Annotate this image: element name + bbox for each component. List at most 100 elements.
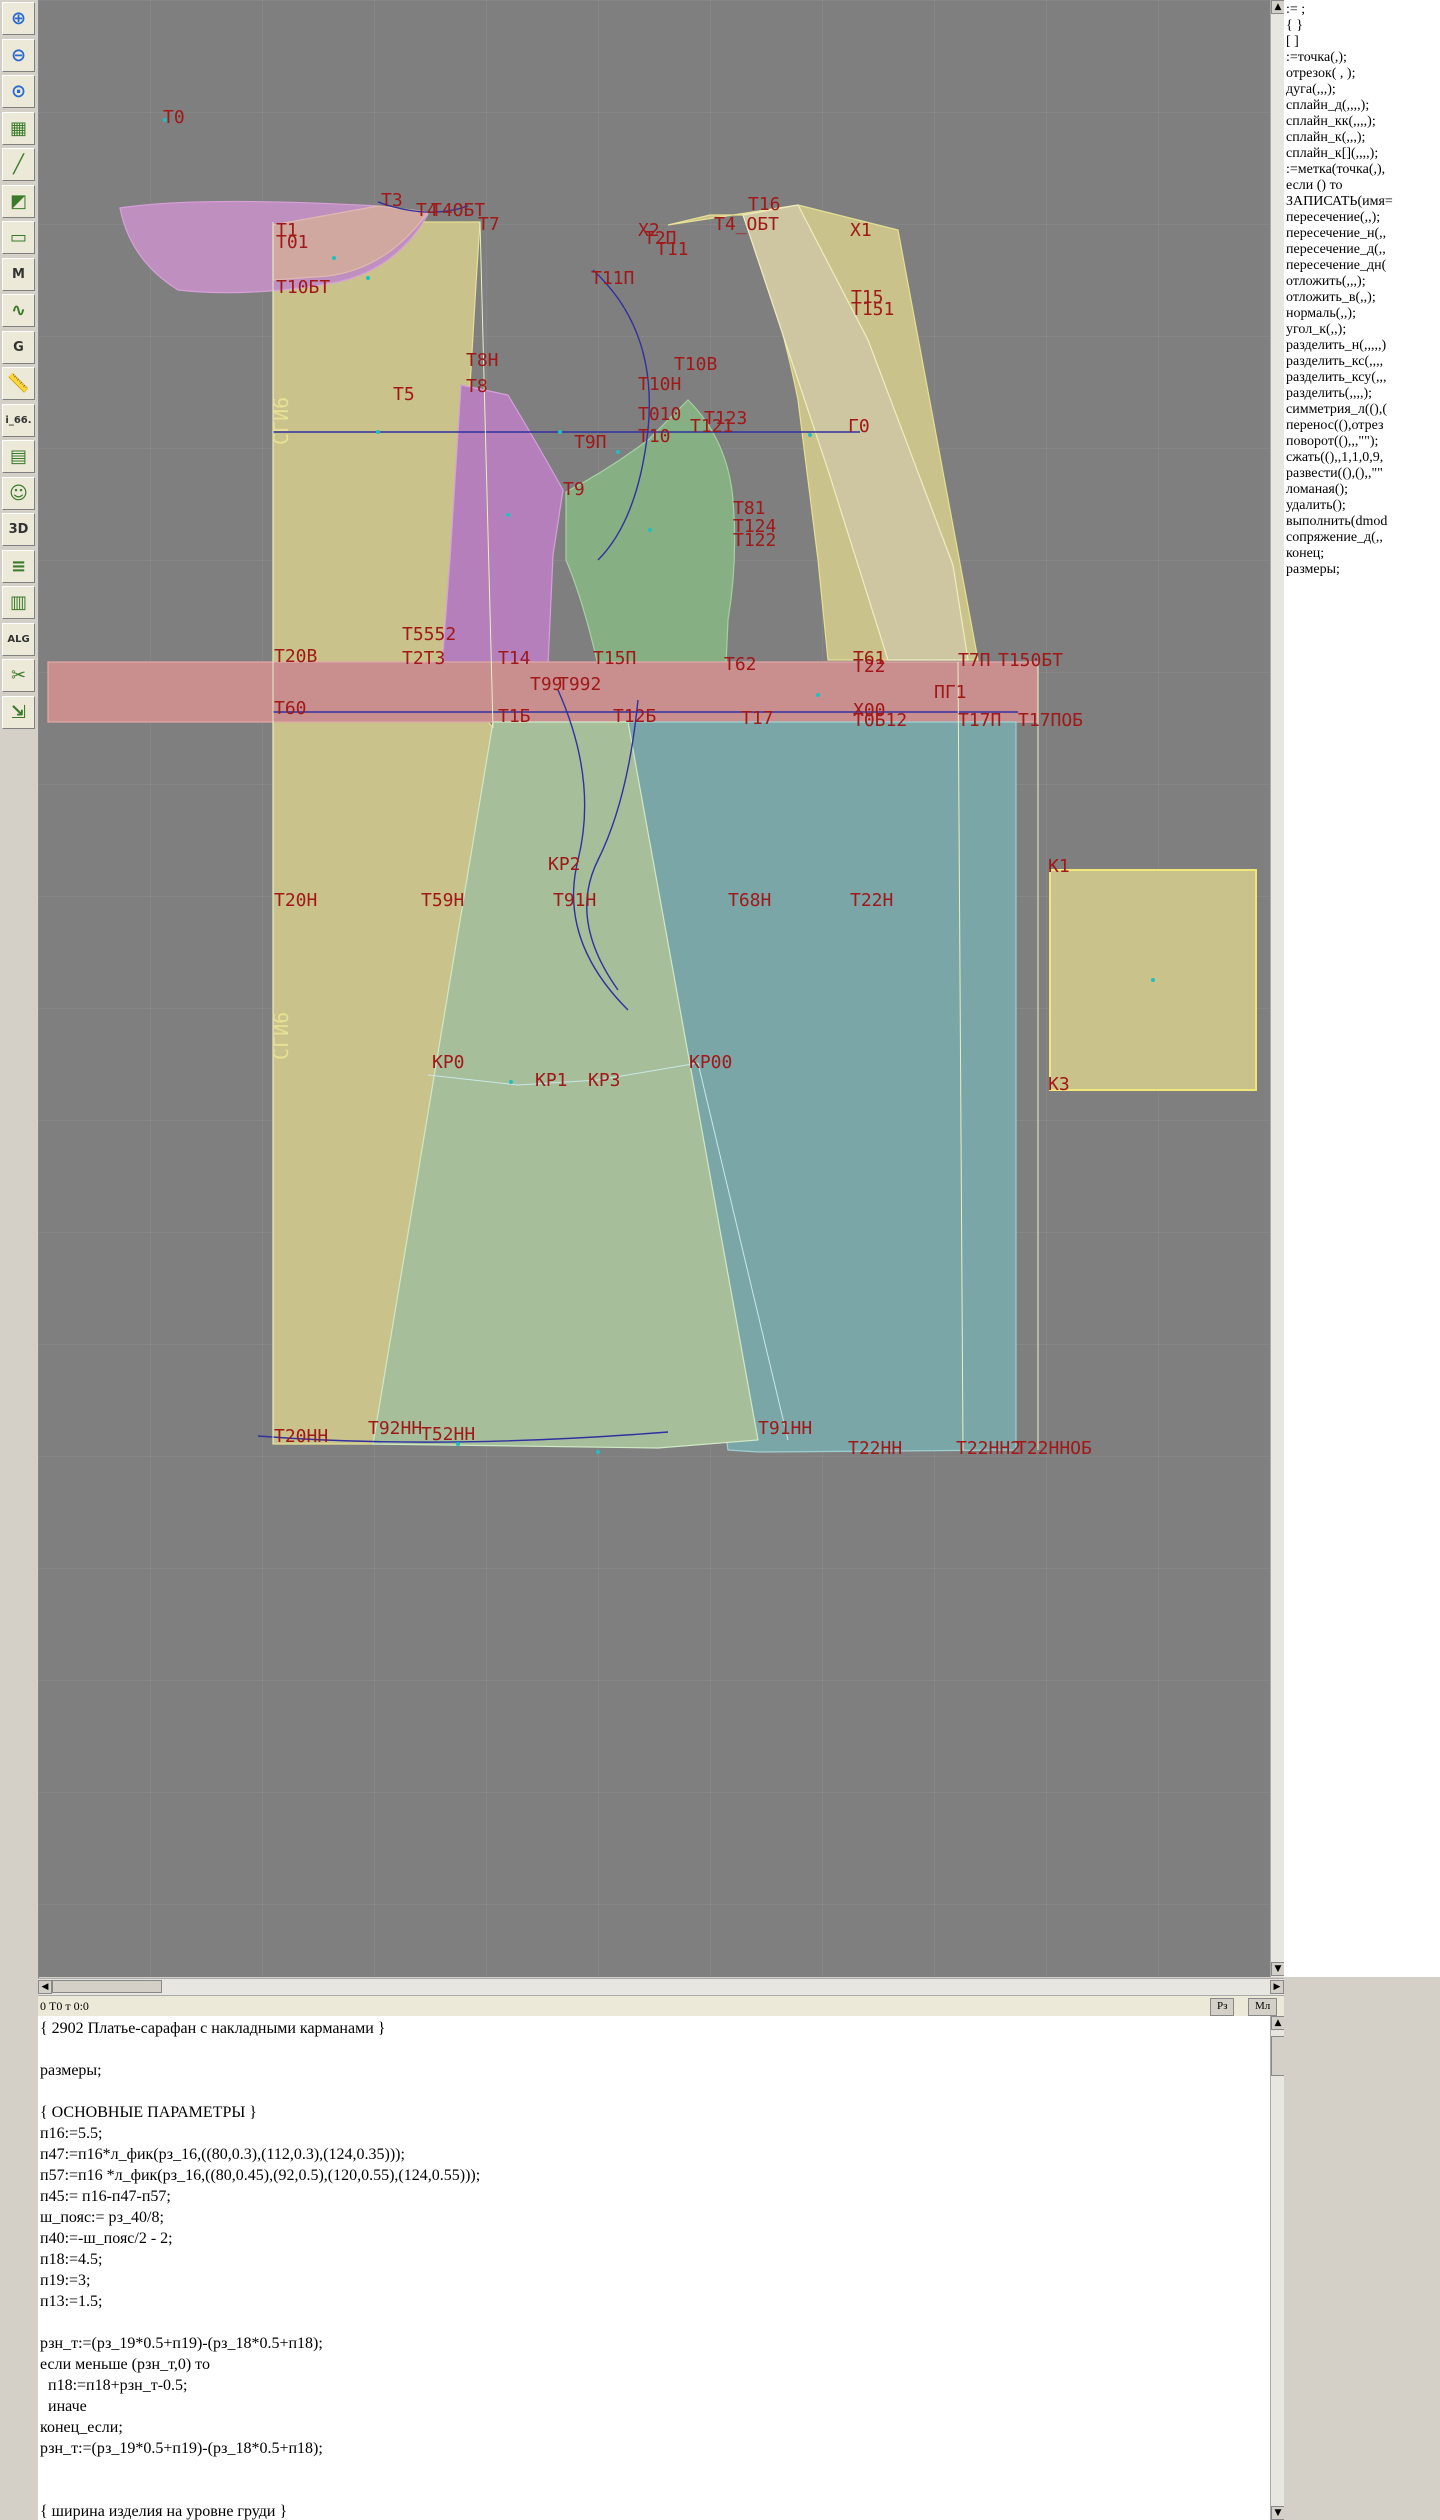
table-icon: ▤ <box>9 446 27 467</box>
canvas-horizontal-scrollbar[interactable]: ◀ ▶ <box>38 1978 1284 1995</box>
layer-button[interactable]: ◩ <box>2 184 35 218</box>
command-item[interactable]: пересечение_н(,, <box>1286 226 1440 242</box>
command-item[interactable]: ЗАПИСАТЬ(имя= <box>1286 194 1440 210</box>
point-label: ПГ1 <box>934 682 967 703</box>
export-button[interactable]: ⇲ <box>2 695 35 729</box>
g-tool-icon: G <box>13 339 24 355</box>
measure-button[interactable]: M <box>2 257 35 291</box>
command-item[interactable]: [ ] <box>1286 34 1440 50</box>
command-item[interactable]: разделить_н(,,,,,) <box>1286 338 1440 354</box>
grid-button[interactable]: ▦ <box>2 111 35 145</box>
command-item[interactable]: если () то <box>1286 178 1440 194</box>
canvas-vertical-scrollbar[interactable]: ▲ ▼ <box>1270 0 1285 1977</box>
command-item[interactable]: разделить(,,,,); <box>1286 386 1440 402</box>
command-item[interactable]: перенос((),отрез <box>1286 418 1440 434</box>
zoom-in-button[interactable]: ⊕ <box>2 2 35 35</box>
point-label: Т5552 <box>402 624 456 645</box>
command-item[interactable]: := ; <box>1286 2 1440 18</box>
code-line: п40:=-ш_пояс/2 - 2; <box>40 2230 173 2247</box>
zoom-out-button[interactable]: ⊖ <box>2 38 35 72</box>
command-item[interactable]: разделить_ксу(,,, <box>1286 370 1440 386</box>
command-item[interactable]: :=метка(точка(,), <box>1286 162 1440 178</box>
command-item[interactable]: выполнить(dmod <box>1286 514 1440 530</box>
view-3d-button[interactable]: 3D <box>2 513 35 546</box>
command-item[interactable]: сплайн_д(,,,,); <box>1286 98 1440 114</box>
scroll-down-icon[interactable]: ▼ <box>1271 2506 1285 2520</box>
algorithm-button[interactable]: ALG <box>2 622 35 656</box>
scale-label-button[interactable]: i_66. <box>2 403 35 437</box>
cut-tool-button[interactable]: ✂ <box>2 659 35 692</box>
point-label: Т9 <box>563 479 585 500</box>
command-item[interactable]: пересечение_д(,, <box>1286 242 1440 258</box>
command-item[interactable]: пересечение(,,); <box>1286 210 1440 226</box>
ruler-button[interactable]: 📏 <box>2 367 35 400</box>
command-item[interactable]: конец; <box>1286 546 1440 562</box>
command-item[interactable]: симметрия_л((),( <box>1286 402 1440 418</box>
algorithm-icon: ALG <box>7 633 30 645</box>
ml-button[interactable]: Мл <box>1248 1998 1278 2016</box>
command-item[interactable]: сплайн_к[](,,,,); <box>1286 146 1440 162</box>
point-label: Т0 <box>163 107 185 128</box>
command-palette: := ;{ }[ ]:=точка(,); отрезок( , ); дуга(,… <box>1284 0 1440 1977</box>
point-label: Т16 <box>748 194 781 215</box>
command-item[interactable]: { } <box>1286 18 1440 34</box>
command-item[interactable]: развести((),(),,"" <box>1286 466 1440 482</box>
editor-vertical-scrollbar[interactable]: ▲ ▼ <box>1270 2016 1285 2520</box>
scroll-up-icon[interactable]: ▲ <box>1271 0 1285 14</box>
status-bar: 0 Т0 т 0:0 Рз Мл <box>38 1995 1284 2016</box>
script-editor[interactable]: { 2902 Платье-сарафан с накладными карма… <box>38 2016 1270 2520</box>
page-icon: ▭ <box>9 227 27 248</box>
measure-icon: M <box>12 266 25 282</box>
g-tool-button[interactable]: G <box>2 330 35 364</box>
table-button[interactable]: ▤ <box>2 440 35 473</box>
code-line: п16:=5.5; <box>40 2125 103 2142</box>
point-label: К1 <box>1048 856 1070 877</box>
curve-tool-button[interactable]: ∿ <box>2 294 35 327</box>
stack-button[interactable]: ▥ <box>2 586 35 619</box>
avatar-button[interactable]: ☺ <box>2 476 35 510</box>
drawing-canvas[interactable]: Т0 Т3 Т4 Т4ОБТ Т7 Т1 Т01 Т10БТ Т16 Х2 Т2… <box>38 0 1270 1977</box>
rz-button[interactable]: Рз <box>1210 1998 1235 2016</box>
command-item[interactable]: отрезок( , ); <box>1286 66 1440 82</box>
code-line: ш_пояс:= рз_40/8; <box>40 2209 164 2226</box>
scroll-up-icon[interactable]: ▲ <box>1271 2016 1285 2030</box>
command-item[interactable]: сжать((),,1,1,0,9, <box>1286 450 1440 466</box>
scroll-down-icon[interactable]: ▼ <box>1271 1962 1285 1976</box>
scroll-right-icon[interactable]: ▶ <box>1270 1980 1284 1994</box>
command-item[interactable]: пересечение_дн( <box>1286 258 1440 274</box>
code-line: п47:=п16*л_фик(рз_16,((80,0.3),(112,0.3)… <box>40 2146 405 2163</box>
scroll-left-icon[interactable]: ◀ <box>38 1980 52 1994</box>
code-line: п57:=п16 *л_фик(рз_16,((80,0.45),(92,0.5… <box>40 2167 481 2184</box>
command-item[interactable]: :=точка(,); <box>1286 50 1440 66</box>
command-item[interactable]: размеры; <box>1286 562 1440 578</box>
scroll-thumb[interactable] <box>52 1980 162 1993</box>
point-label: Т22НН <box>848 1438 902 1459</box>
page-button[interactable]: ▭ <box>2 221 35 254</box>
list-button[interactable]: ≡ <box>2 549 35 583</box>
command-item[interactable]: нормаль(,,); <box>1286 306 1440 322</box>
point-label: Т68Н <box>728 890 771 911</box>
zoom-fit-icon: ⊙ <box>10 81 27 102</box>
point-label: Т11П <box>591 268 634 289</box>
point-label: Т7П <box>958 650 991 671</box>
command-item[interactable]: угол_к(,,); <box>1286 322 1440 338</box>
command-item[interactable]: отложить_в(,,); <box>1286 290 1440 306</box>
command-item[interactable]: отложить(,,,); <box>1286 274 1440 290</box>
line-tool-button[interactable]: ╱ <box>2 148 35 181</box>
command-item[interactable]: сплайн_кк(,,,,); <box>1286 114 1440 130</box>
command-item[interactable]: дуга(,,,); <box>1286 82 1440 98</box>
command-item[interactable]: разделить_кс(,,,, <box>1286 354 1440 370</box>
command-item[interactable]: сопряжение_д(,, <box>1286 530 1440 546</box>
command-item[interactable]: удалить(); <box>1286 498 1440 514</box>
point-label: Т5 <box>393 384 415 405</box>
zoom-fit-button[interactable]: ⊙ <box>2 75 35 108</box>
point-label: Т4_ОБТ <box>714 214 779 235</box>
command-item[interactable]: поворот((),,,""); <box>1286 434 1440 450</box>
view-3d-icon: 3D <box>8 522 29 537</box>
command-item[interactable]: сплайн_к(,,,); <box>1286 130 1440 146</box>
scroll-thumb[interactable] <box>1271 2036 1285 2076</box>
point-label: Т62 <box>724 654 757 675</box>
point-label: Т2Т3 <box>402 648 445 669</box>
command-item[interactable]: ломаная(); <box>1286 482 1440 498</box>
